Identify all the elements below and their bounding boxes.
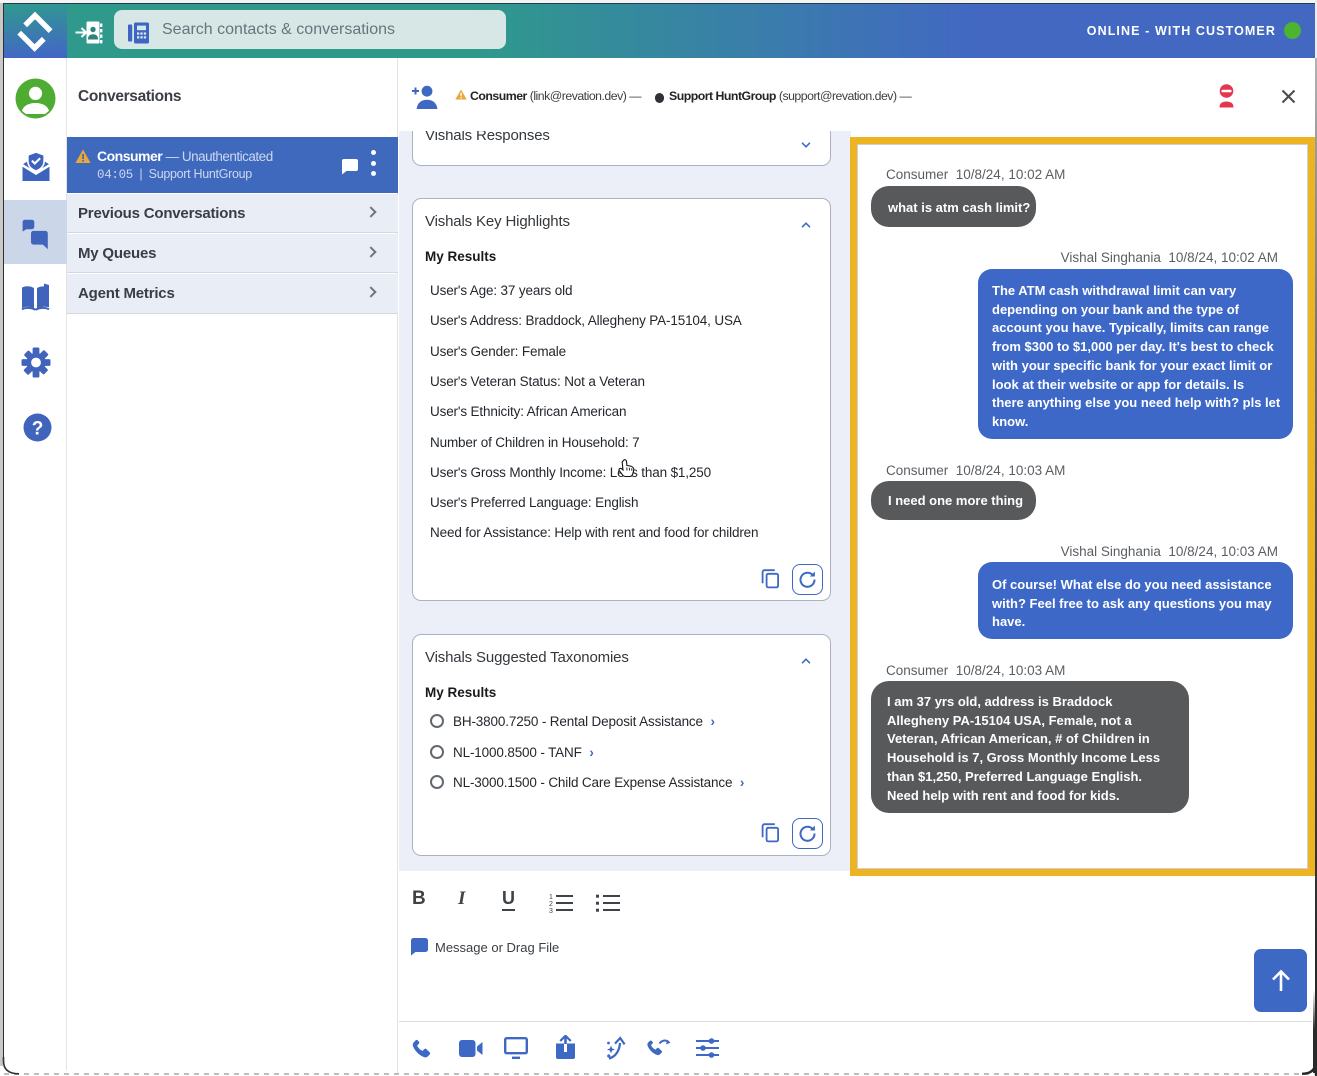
svg-text:2: 2 (549, 901, 553, 908)
svg-text:3: 3 (549, 908, 553, 913)
svg-text:?: ? (32, 419, 44, 440)
svg-text:1: 1 (549, 894, 553, 901)
